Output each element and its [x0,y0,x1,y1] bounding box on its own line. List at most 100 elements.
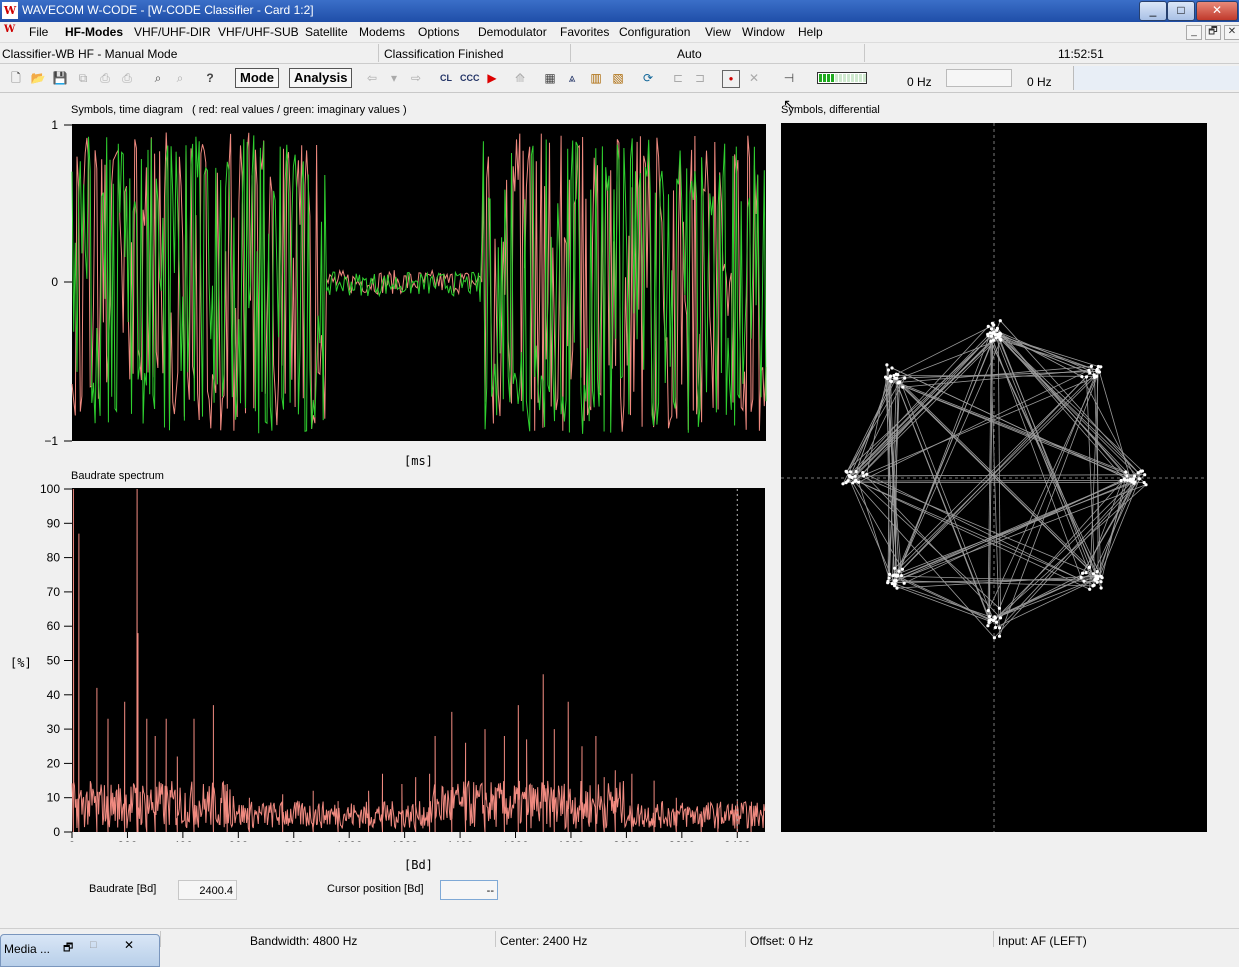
taskbar-close-icon[interactable]: ✕ [124,938,134,952]
window-title: WAVECOM W-CODE - [W-CODE Classifier - Ca… [22,3,314,17]
mdi-app-icon[interactable]: W [4,24,18,40]
menu-options[interactable]: Options [418,25,459,39]
symbol-point [1120,479,1123,482]
help-icon[interactable]: ? [202,70,218,86]
title-bar[interactable]: W WAVECOM W-CODE - [W-CODE Classifier - … [0,0,1239,22]
minimize-button[interactable]: _ [1139,1,1167,21]
play-icon[interactable]: ▶ [484,70,500,86]
analysis-button[interactable]: Analysis [289,68,352,88]
copy-icon[interactable]: ⧉ [75,70,91,86]
symbol-point [1081,572,1084,575]
symbol-point [857,481,860,484]
symbol-point [1080,576,1083,579]
symbol-point [989,331,992,334]
cl-icon[interactable]: CL [438,70,454,86]
menu-vhf-uhf-sub[interactable]: VHF/UHF-SUB [218,25,299,39]
menu-modems[interactable]: Modems [359,25,405,39]
symbol-point [895,377,898,380]
symbol-point [1133,475,1136,478]
back-arrow-icon[interactable]: ⇦ [364,70,380,86]
symbol-point [848,475,851,478]
waterfall-icon[interactable]: ⩓ [564,70,580,86]
symbol-point [898,381,901,384]
symbol-point [1099,580,1102,583]
spectrum-icon[interactable]: ▦ [542,70,558,86]
phase-plane-icon[interactable]: ▧ [610,70,626,86]
level-segment [855,74,858,82]
menu-demodulator[interactable]: Demodulator [478,25,547,39]
symbol-point [885,363,888,366]
menu-help[interactable]: Help [798,25,823,39]
symbol-point [888,577,891,580]
new-file-icon[interactable]: 🗋 [8,70,24,86]
frequency-slider[interactable] [946,69,1012,87]
print-preview-icon[interactable]: ⎙ [119,70,135,86]
time-plot-subtitle: ( red: real values / green: imaginary va… [192,104,407,116]
symbol-point [988,615,991,618]
symbol-point [993,636,996,639]
symbol-point [1085,375,1088,378]
xtick-label: 1800 [558,839,585,842]
menu-view[interactable]: View [705,25,731,39]
menu-satellite[interactable]: Satellite [305,25,348,39]
open-folder-icon[interactable]: 📂 [30,70,46,86]
print-icon[interactable]: ⎙ [97,70,113,86]
constellation-plot[interactable] [781,123,1207,832]
taskbar-maximize-icon[interactable]: □ [90,939,97,951]
record-icon[interactable]: ● [722,70,740,88]
mdi-restore-button[interactable]: 🗗 [1205,25,1221,40]
baudrate-spectrum-chart[interactable]: 0102030405060708090100 02004006008001000… [0,482,775,842]
mdi-close-button[interactable]: ✕ [1224,25,1239,40]
spectrum-xlabel: [Bd] [404,858,433,872]
menu-configuration[interactable]: Configuration [619,25,690,39]
center-tune-icon[interactable]: ⊣ [781,70,797,86]
sonagram-icon[interactable]: ▥ [588,70,604,86]
classification-status: Classification Finished [384,47,503,61]
separator [864,44,865,62]
symbol-point [845,471,848,474]
taskbar-media-label: Media ... [4,942,50,956]
menu-file[interactable]: File [29,25,48,39]
dropdown-arrow-icon[interactable]: ▾ [386,70,402,86]
pb-icon[interactable]: ⊐ [692,70,708,86]
close-button[interactable]: ✕ [1196,1,1238,21]
frequency-left: 0 Hz [907,75,932,89]
find-next-icon[interactable]: ⌕ [172,70,188,86]
time-diagram-plot[interactable]: 1 0 −1 [40,116,770,448]
symbol-point [1091,584,1094,587]
save-icon[interactable]: 💾 [52,70,68,86]
symbol-point [865,473,868,476]
menu-favorites[interactable]: Favorites [560,25,609,39]
ytick-label-1: 1 [51,118,58,132]
symbol-point [888,573,891,576]
symbol-point [889,379,892,382]
menu-vhf-uhf-dir[interactable]: VHF/UHF-DIR [134,25,211,39]
level-segment [851,74,854,82]
level-segment [823,74,826,82]
cursor-position-field[interactable]: -- [440,880,498,900]
symbol-point [884,376,887,379]
mdi-minimize-button[interactable]: _ [1186,25,1202,40]
menu-hf-modes[interactable]: HF-Modes [65,25,123,39]
bandwidth-status: Bandwidth: 4800 Hz [250,934,357,948]
forward-arrow-icon[interactable]: ⇨ [408,70,424,86]
lf-icon[interactable]: ⊏ [670,70,686,86]
symbol-point [1124,470,1127,473]
find-icon[interactable]: ⌕ [150,70,166,86]
mute-icon[interactable]: ✕ [746,70,762,86]
symbol-point [1088,566,1091,569]
symbol-point [994,626,997,629]
symbol-point [1096,570,1099,573]
taskbar-media-window[interactable]: Media ... 🗗 □ ✕ [0,934,160,967]
refresh-icon[interactable]: ⟳ [640,70,656,86]
xtick-label: 1200 [391,839,418,842]
input-status: Input: AF (LEFT) [998,934,1087,948]
tune-icon[interactable]: ⟰ [512,70,528,86]
mode-button[interactable]: Mode [235,68,279,88]
taskbar-restore-icon[interactable]: 🗗 [63,939,73,958]
maximize-button[interactable]: □ [1167,1,1195,21]
menu-window[interactable]: Window [742,25,785,39]
ccc-icon[interactable]: CCC [460,70,476,86]
status-bar: Bandwidth: 4800 Hz Center: 2400 Hz Offse… [0,928,1239,966]
symbol-point [855,470,858,473]
